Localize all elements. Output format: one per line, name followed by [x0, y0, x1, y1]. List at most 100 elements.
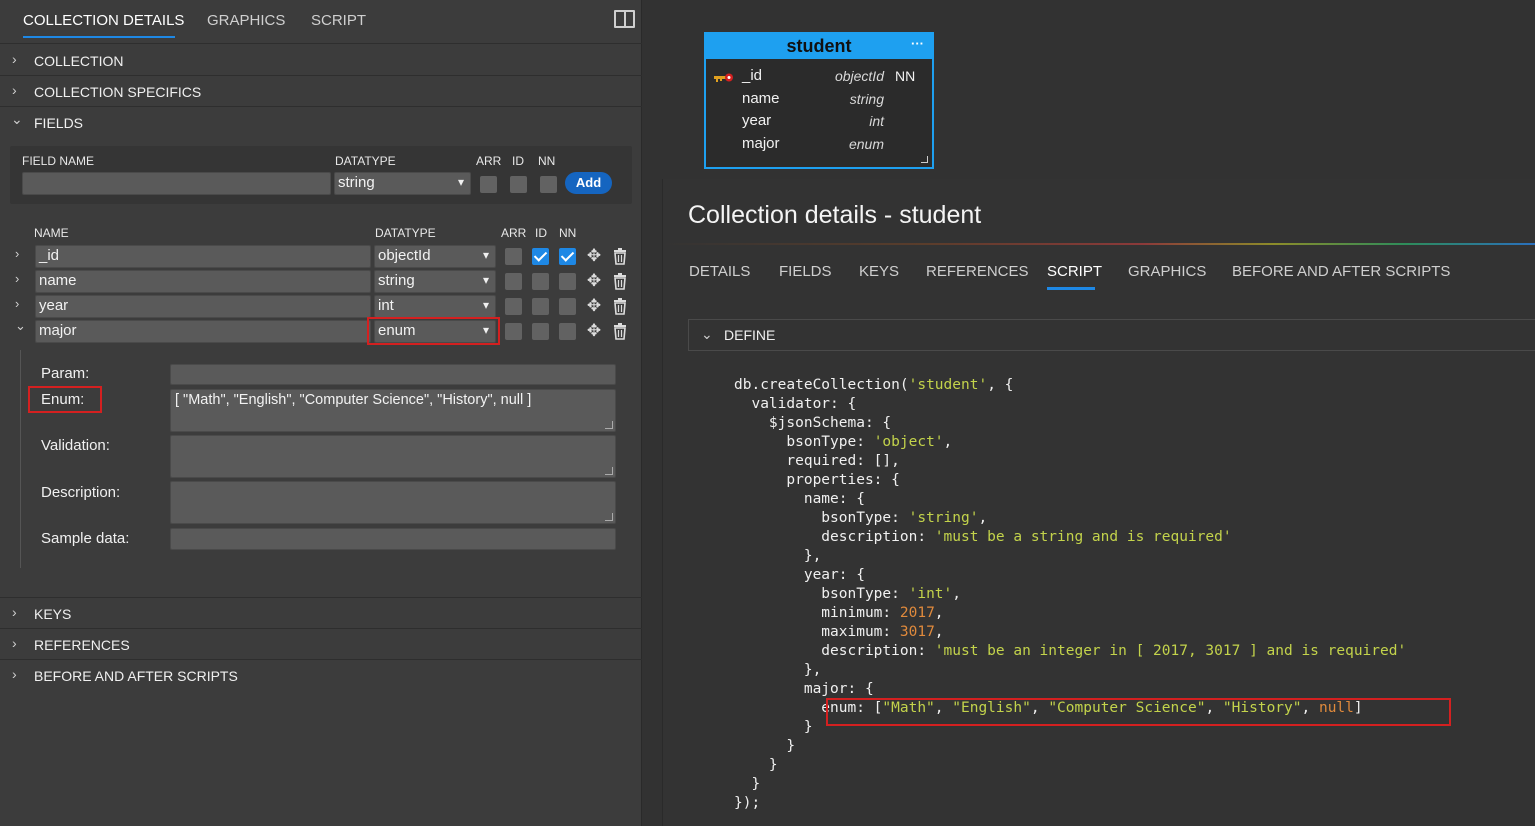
- diagram-canvas[interactable]: student ··· _id objectId NN name string year i…: [642, 0, 1535, 180]
- field-name-input[interactable]: year: [35, 295, 371, 318]
- field-name-input[interactable]: name: [35, 270, 371, 293]
- field-id-checkbox[interactable]: [532, 298, 549, 315]
- section-define[interactable]: ⌄ DEFINE: [688, 319, 1535, 351]
- field-name-input[interactable]: major: [35, 320, 371, 343]
- field-id-checkbox[interactable]: [532, 323, 549, 340]
- field-arr-checkbox[interactable]: [505, 273, 522, 290]
- enum-textarea[interactable]: [ "Math", "English", "Computer Science",…: [170, 389, 616, 432]
- resize-handle-icon[interactable]: [605, 421, 613, 429]
- field-name-input[interactable]: _id: [35, 245, 371, 268]
- code-string: 'string': [908, 510, 979, 526]
- move-icon[interactable]: ✥: [585, 322, 603, 340]
- code-text: name: {: [734, 491, 865, 507]
- entity-field-type: string: [849, 91, 884, 107]
- sample-data-label: Sample data:: [41, 530, 130, 547]
- tab-script[interactable]: SCRIPT: [311, 12, 366, 29]
- field-nn-checkbox[interactable]: [559, 248, 576, 265]
- section-label: FIELDS: [34, 115, 84, 131]
- chevron-down-icon[interactable]: ⌄: [15, 318, 26, 334]
- code-line: bsonType: 'string',: [734, 510, 987, 526]
- section-before-after-scripts[interactable]: › BEFORE AND AFTER SCRIPTS: [0, 660, 642, 691]
- entity-field-name: year: [742, 112, 772, 129]
- code-string: 'must be a string and is required': [934, 529, 1232, 545]
- tab-details[interactable]: DETAILS: [689, 263, 750, 280]
- field-id-checkbox[interactable]: [532, 248, 549, 265]
- move-icon[interactable]: ✥: [585, 272, 603, 290]
- entity-header[interactable]: student ···: [706, 34, 932, 59]
- resize-handle-icon[interactable]: [605, 513, 613, 521]
- move-icon[interactable]: ✥: [585, 297, 603, 315]
- entity-field-name: major: [742, 135, 780, 152]
- field-arr-checkbox[interactable]: [505, 323, 522, 340]
- code-text: ,: [978, 510, 988, 526]
- field-datatype-select[interactable]: objectId: [374, 245, 496, 268]
- code-text: required: [],: [734, 453, 900, 469]
- field-id-checkbox[interactable]: [532, 273, 549, 290]
- section-fields[interactable]: ⌄ FIELDS: [0, 107, 642, 138]
- trash-icon[interactable]: [611, 322, 629, 340]
- code-line: description: 'must be an integer in [ 20…: [734, 643, 1406, 659]
- header-datatype: DATATYPE: [375, 226, 436, 240]
- code-text: db.createCollection(: [734, 377, 909, 393]
- field-datatype-select[interactable]: string: [374, 270, 496, 293]
- description-textarea[interactable]: [170, 481, 616, 524]
- new-field-datatype-select[interactable]: string: [334, 172, 471, 195]
- entity-menu-icon[interactable]: ···: [911, 31, 924, 56]
- field-nn-checkbox[interactable]: [559, 323, 576, 340]
- field-arr-checkbox[interactable]: [505, 248, 522, 265]
- section-references[interactable]: › REFERENCES: [0, 629, 642, 660]
- panel-layout-icon[interactable]: [614, 10, 635, 28]
- header-id: ID: [535, 226, 547, 240]
- left-tabbar: COLLECTION DETAILS GRAPHICS SCRIPT: [0, 0, 642, 44]
- add-field-button[interactable]: Add: [565, 172, 612, 194]
- highlight-datatype-enum: [367, 317, 500, 345]
- tab-before-after-scripts[interactable]: BEFORE AND AFTER SCRIPTS: [1232, 263, 1450, 280]
- trash-icon[interactable]: [611, 247, 629, 265]
- code-line: validator: {: [734, 396, 856, 412]
- section-collection[interactable]: › COLLECTION: [0, 45, 642, 76]
- tab-keys[interactable]: KEYS: [859, 263, 899, 280]
- tab-references[interactable]: REFERENCES: [926, 263, 1029, 280]
- section-keys[interactable]: › KEYS: [0, 597, 642, 629]
- resize-handle-icon[interactable]: [605, 467, 613, 475]
- code-text: ,: [943, 434, 953, 450]
- code-text: year: {: [734, 567, 865, 583]
- trash-icon[interactable]: [611, 297, 629, 315]
- entity-box-student[interactable]: student ··· _id objectId NN name string year i…: [704, 32, 934, 169]
- tab-collection-details[interactable]: COLLECTION DETAILS: [23, 12, 184, 29]
- script-code[interactable]: db.createCollection('student', { validat…: [734, 376, 1406, 813]
- field-nn-checkbox[interactable]: [559, 298, 576, 315]
- field-arr-checkbox[interactable]: [505, 298, 522, 315]
- code-text: properties: {: [734, 472, 900, 488]
- code-line: properties: {: [734, 472, 900, 488]
- new-field-name-input[interactable]: [22, 172, 331, 195]
- enum-value: [ "Math", "English", "Computer Science",…: [175, 392, 532, 408]
- sample-data-input[interactable]: [170, 528, 616, 550]
- chevron-right-icon[interactable]: ›: [15, 271, 19, 286]
- code-text: });: [734, 795, 761, 811]
- tab-graphics[interactable]: GRAPHICS: [207, 12, 285, 29]
- chevron-right-icon[interactable]: ›: [15, 246, 19, 261]
- tab-script[interactable]: SCRIPT: [1047, 263, 1102, 280]
- field-nn-checkbox[interactable]: [559, 273, 576, 290]
- tab-fields[interactable]: FIELDS: [779, 263, 832, 280]
- new-field-arr-checkbox[interactable]: [480, 176, 497, 193]
- move-icon[interactable]: ✥: [585, 247, 603, 265]
- entity-field-type: int: [869, 113, 884, 129]
- resize-handle-icon[interactable]: [921, 156, 928, 163]
- field-datatype-select[interactable]: int: [374, 295, 496, 318]
- entity-field-type: enum: [848, 136, 884, 152]
- new-field-id-checkbox[interactable]: [510, 176, 527, 193]
- code-line: required: [],: [734, 453, 900, 469]
- section-collection-specifics[interactable]: › COLLECTION SPECIFICS: [0, 76, 642, 107]
- validation-textarea[interactable]: [170, 435, 616, 478]
- code-number: 2017: [899, 605, 935, 621]
- header-name: NAME: [34, 226, 69, 240]
- tab-graphics[interactable]: GRAPHICS: [1128, 263, 1206, 280]
- new-field-nn-checkbox[interactable]: [540, 176, 557, 193]
- chevron-right-icon[interactable]: ›: [15, 296, 19, 311]
- trash-icon[interactable]: [611, 272, 629, 290]
- param-input[interactable]: [170, 364, 616, 385]
- code-text: major: {: [734, 681, 874, 697]
- section-label: KEYS: [34, 606, 72, 622]
